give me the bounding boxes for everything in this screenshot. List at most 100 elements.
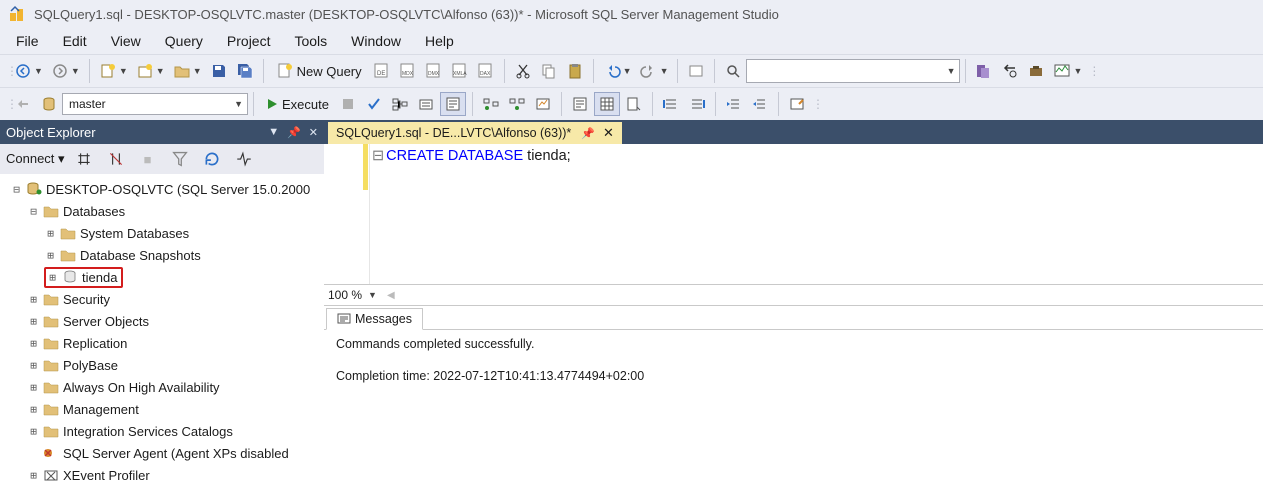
menu-help[interactable]: Help — [413, 29, 466, 53]
tree-polybase[interactable]: ⊞PolyBase — [27, 354, 324, 376]
pin-icon[interactable]: 📌 — [287, 126, 301, 139]
messages-panel[interactable]: Commands completed successfully. Complet… — [324, 330, 1263, 503]
indent-button[interactable] — [722, 92, 746, 116]
outdent-button[interactable] — [748, 92, 772, 116]
tree-security[interactable]: ⊞Security — [27, 288, 324, 310]
database-combo[interactable]: master ▼ — [62, 93, 248, 115]
svg-text:XMLA: XMLA — [453, 71, 467, 77]
results-to-text-button[interactable] — [568, 92, 592, 116]
zoom-level[interactable]: 100 % — [328, 288, 368, 302]
chevron-down-icon: ▼ — [947, 66, 956, 76]
new-project-button[interactable]: ▼ — [133, 59, 168, 83]
solution-config-button[interactable] — [684, 59, 708, 83]
code-content[interactable]: ⊟CREATE DATABASE tienda; — [370, 144, 1263, 284]
tree-alwayson[interactable]: ⊞Always On High Availability — [27, 376, 324, 398]
window-title: SQLQuery1.sql - DESKTOP-OSQLVTC.master (… — [34, 7, 779, 22]
code-editor[interactable]: ⊟CREATE DATABASE tienda; — [324, 144, 1263, 284]
pin-icon[interactable]: 📌 — [581, 127, 595, 140]
properties-button[interactable] — [998, 59, 1022, 83]
undo-button[interactable]: ▼ — [600, 59, 635, 83]
activity-monitor-button[interactable]: ▼ — [1050, 59, 1085, 83]
dax-query-button[interactable]: DAX — [474, 59, 498, 83]
stop-icon[interactable]: ■ — [136, 147, 160, 171]
tree-management[interactable]: ⊞Management — [27, 398, 324, 420]
de-query-button[interactable]: DE — [370, 59, 394, 83]
tree-isc[interactable]: ⊞Integration Services Catalogs — [27, 420, 324, 442]
menu-query[interactable]: Query — [153, 29, 215, 53]
menu-view[interactable]: View — [99, 29, 153, 53]
stop-button[interactable] — [336, 92, 360, 116]
open-button[interactable]: ▼ — [170, 59, 205, 83]
menu-file[interactable]: File — [4, 29, 51, 53]
actual-plan-button[interactable] — [479, 92, 503, 116]
chevron-down-icon[interactable]: ▼ — [368, 290, 377, 300]
close-icon[interactable]: ✕ — [309, 126, 318, 139]
tree-replication[interactable]: ⊞Replication — [27, 332, 324, 354]
uncomment-button[interactable] — [685, 92, 709, 116]
zoom-bar: 100 % ▼ ◀ — [324, 284, 1263, 306]
xmla-query-button[interactable]: XMLA — [448, 59, 472, 83]
refresh-icon[interactable] — [200, 147, 224, 171]
client-stats-button[interactable] — [531, 92, 555, 116]
live-stats-button[interactable] — [505, 92, 529, 116]
messages-tab[interactable]: Messages — [326, 308, 423, 330]
tree-system-databases[interactable]: ⊞System Databases — [44, 222, 324, 244]
forward-button[interactable]: ▼ — [48, 59, 83, 83]
save-all-button[interactable] — [233, 59, 257, 83]
menu-edit[interactable]: Edit — [51, 29, 99, 53]
menu-tools[interactable]: Tools — [282, 29, 339, 53]
connect-obj-icon[interactable] — [72, 147, 96, 171]
scroll-left-icon[interactable]: ◀ — [387, 290, 395, 301]
tree-tienda-db[interactable]: ⊞tienda — [44, 266, 324, 288]
comment-button[interactable] — [659, 92, 683, 116]
message-line: Commands completed successfully. — [336, 336, 1251, 354]
tree-xevent[interactable]: ⊞XEvent Profiler — [27, 464, 324, 486]
connect-button[interactable]: Connect ▾ — [6, 151, 65, 167]
parse-button[interactable] — [362, 92, 386, 116]
dmx-query-button[interactable]: DMX — [422, 59, 446, 83]
search-combo[interactable]: ▼ — [746, 59, 960, 83]
available-db-button[interactable] — [37, 92, 61, 116]
close-tab-icon[interactable]: ✕ — [603, 125, 614, 141]
copy-button[interactable] — [537, 59, 561, 83]
main-toolbar: ⋮ ▼ ▼ ▼ ▼ ▼ New Query DE MDX DMX XMLA DA… — [0, 54, 1263, 87]
save-button[interactable] — [207, 59, 231, 83]
cut-button[interactable] — [511, 59, 535, 83]
disconnect-icon[interactable] — [104, 147, 128, 171]
svg-text:DAX: DAX — [480, 71, 491, 77]
menu-project[interactable]: Project — [215, 29, 283, 53]
redo-button[interactable]: ▼ — [637, 59, 672, 83]
database-value: master — [69, 97, 106, 111]
results-to-grid-button[interactable] — [594, 92, 620, 116]
filter-icon[interactable] — [168, 147, 192, 171]
specify-values-button[interactable] — [785, 92, 809, 116]
tree-server-node[interactable]: ⊟DESKTOP-OSQLVTC (SQL Server 15.0.2000 — [10, 178, 324, 200]
chevron-down-icon: ▼ — [234, 99, 243, 109]
connect-toolbar: Connect ▾ ■ — [0, 144, 324, 174]
back-button[interactable]: ▼ — [11, 59, 46, 83]
pulse-icon[interactable] — [232, 147, 256, 171]
results-to-file-button[interactable] — [622, 92, 646, 116]
mdx-query-button[interactable]: MDX — [396, 59, 420, 83]
find-button[interactable] — [721, 59, 745, 83]
intellisense-button[interactable] — [440, 92, 466, 116]
query-options-button[interactable] — [414, 92, 438, 116]
menu-window[interactable]: Window — [339, 29, 413, 53]
message-line: Completion time: 2022-07-12T10:41:13.477… — [336, 368, 1251, 386]
object-explorer-tree[interactable]: ⊟DESKTOP-OSQLVTC (SQL Server 15.0.2000 ⊟… — [0, 174, 324, 503]
tree-sql-agent[interactable]: ⊞SQL Server Agent (Agent XPs disabled — [27, 442, 324, 464]
change-connection-button[interactable] — [11, 92, 35, 116]
toolbox-button[interactable] — [1024, 59, 1048, 83]
tree-server-objects[interactable]: ⊞Server Objects — [27, 310, 324, 332]
editor-tab-row: SQLQuery1.sql - DE...LVTC\Alfonso (63))*… — [324, 120, 1263, 144]
new-item-button[interactable]: ▼ — [96, 59, 131, 83]
registered-servers-button[interactable] — [972, 59, 996, 83]
tree-databases[interactable]: ⊟Databases — [27, 200, 324, 222]
paste-button[interactable] — [563, 59, 587, 83]
editor-tab[interactable]: SQLQuery1.sql - DE...LVTC\Alfonso (63))*… — [328, 122, 622, 144]
dropdown-icon[interactable]: ▼ — [268, 126, 279, 138]
tree-database-snapshots[interactable]: ⊞Database Snapshots — [44, 244, 324, 266]
estimated-plan-button[interactable] — [388, 92, 412, 116]
execute-button[interactable]: Execute — [259, 92, 335, 116]
new-query-button[interactable]: New Query — [271, 59, 367, 83]
